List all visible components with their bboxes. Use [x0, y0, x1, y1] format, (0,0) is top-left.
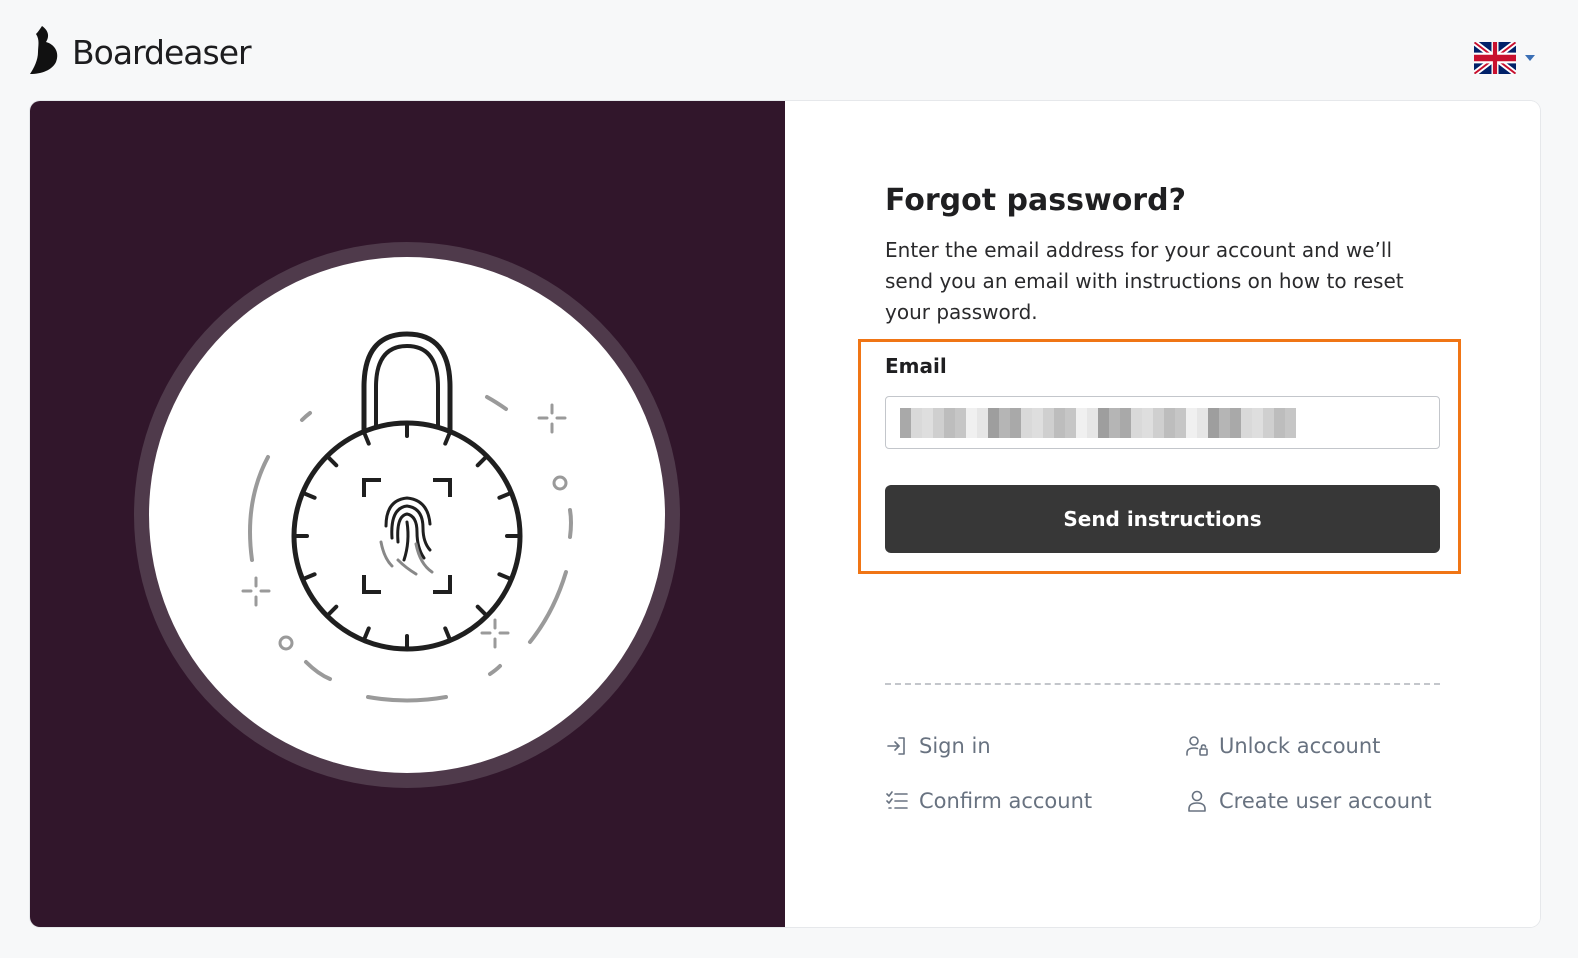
redaction-pixel	[1274, 407, 1285, 438]
redaction-pixel	[900, 407, 911, 438]
redaction-pixel	[966, 407, 977, 438]
redaction-pixel	[1065, 407, 1076, 438]
unlock-account-label: Unlock account	[1219, 734, 1381, 758]
uk-flag-icon	[1474, 42, 1516, 74]
redaction-pixel	[1032, 407, 1043, 438]
email-field[interactable]	[885, 396, 1440, 449]
redaction-pixel	[1109, 407, 1120, 438]
form-panel: Forgot password? Enter the email address…	[785, 101, 1540, 927]
checklist-icon	[886, 791, 908, 809]
redaction-pixel	[1219, 407, 1230, 438]
redaction-pixel	[1197, 407, 1208, 438]
user-icon	[1188, 790, 1206, 812]
redaction-pixel	[977, 407, 988, 438]
confirm-account-label: Confirm account	[919, 789, 1093, 813]
redaction-pixel	[1252, 407, 1263, 438]
redaction-pixel	[1076, 407, 1087, 438]
redaction-pixel	[1153, 407, 1164, 438]
redaction-pixel	[1230, 407, 1241, 438]
confirm-account-link[interactable]: Confirm account	[885, 789, 1092, 813]
sign-in-label: Sign in	[919, 734, 991, 758]
brand-mark-icon	[30, 26, 58, 74]
redaction-pixel	[999, 407, 1010, 438]
fingerprint-lock-illustration	[134, 242, 680, 788]
redaction-pixel	[1175, 407, 1186, 438]
redaction-pixel	[988, 407, 999, 438]
illustration-panel	[30, 101, 785, 927]
top-bar: Boardeaser	[0, 0, 1578, 100]
brand-logo[interactable]: Boardeaser	[28, 24, 252, 76]
auth-card: Forgot password? Enter the email address…	[30, 101, 1540, 927]
redaction-pixel	[1241, 407, 1252, 438]
redaction-pixel	[1186, 407, 1197, 438]
chevron-down-icon	[1525, 55, 1535, 61]
sign-in-icon	[887, 737, 905, 755]
redaction-pixel	[1285, 407, 1296, 438]
divider	[885, 683, 1440, 685]
redaction-pixel	[1098, 407, 1109, 438]
redaction-pixel	[955, 407, 966, 438]
redaction-pixel	[911, 407, 922, 438]
redaction-pixel	[922, 407, 933, 438]
redaction-pixel	[1142, 407, 1153, 438]
redaction-pixel	[1131, 407, 1142, 438]
redaction-pixel	[1164, 407, 1175, 438]
page-title: Forgot password?	[885, 183, 1186, 218]
redaction-pixel	[1010, 407, 1021, 438]
redaction-pixel	[1208, 407, 1219, 438]
create-user-account-label: Create user account	[1219, 789, 1432, 813]
create-user-account-link[interactable]: Create user account	[1185, 789, 1432, 813]
email-label: Email	[885, 354, 947, 378]
redaction-pixel	[944, 407, 955, 438]
unlock-account-link[interactable]: Unlock account	[1185, 734, 1380, 758]
redaction-pixel	[1263, 407, 1274, 438]
send-instructions-button[interactable]: Send instructions	[885, 485, 1440, 553]
sign-in-link[interactable]: Sign in	[885, 734, 991, 758]
language-selector[interactable]	[1474, 42, 1536, 74]
redacted-email-value	[900, 407, 1296, 438]
brand-name: Boardeaser	[72, 32, 252, 72]
redaction-pixel	[1043, 407, 1054, 438]
redaction-pixel	[1120, 407, 1131, 438]
redaction-pixel	[1087, 407, 1098, 438]
user-lock-icon	[1186, 736, 1208, 756]
page-description: Enter the email address for your account…	[885, 238, 1404, 324]
redaction-pixel	[1021, 407, 1032, 438]
redaction-pixel	[1054, 407, 1065, 438]
redaction-pixel	[933, 407, 944, 438]
